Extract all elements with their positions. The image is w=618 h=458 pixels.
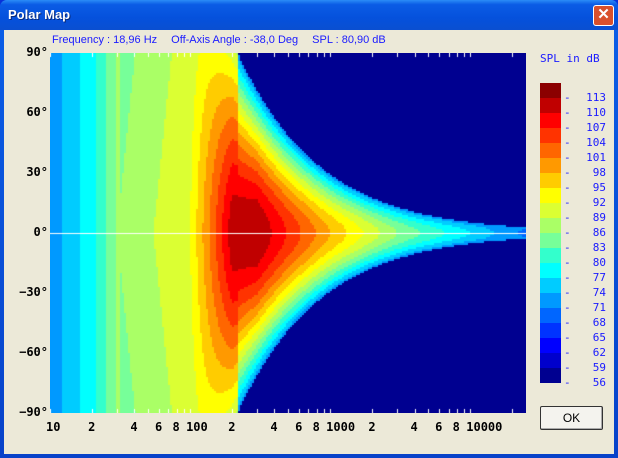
legend-label: 65 xyxy=(564,331,606,344)
legend-label: 86 xyxy=(564,226,606,239)
legend-label: 80 xyxy=(564,256,606,269)
legend-swatch xyxy=(540,308,561,323)
x-tick-label: 4 xyxy=(410,420,418,434)
x-tick-label: 10 xyxy=(46,420,61,434)
legend-label: 68 xyxy=(564,316,606,329)
y-tick-label: −60° xyxy=(19,345,48,359)
window-title: Polar Map xyxy=(8,7,71,22)
spl-readout: SPL : 80,90 dB xyxy=(312,34,386,46)
x-tick-label: 4 xyxy=(130,420,138,434)
legend-label: 101 xyxy=(564,151,606,164)
legend-label: 104 xyxy=(564,136,606,149)
legend-swatch xyxy=(540,353,561,368)
legend-label: 107 xyxy=(564,121,606,134)
x-tick-label: 8 xyxy=(172,420,180,434)
x-tick-label: 6 xyxy=(155,420,163,434)
legend-swatch xyxy=(540,278,561,293)
legend-swatch xyxy=(540,83,561,98)
legend-label: 113 xyxy=(564,91,606,104)
legend-label: 95 xyxy=(564,181,606,194)
x-tick-label: 1000 xyxy=(326,420,356,434)
legend-swatch xyxy=(540,368,561,383)
legend-swatch xyxy=(540,338,561,353)
x-tick-label: 6 xyxy=(435,420,443,434)
legend-swatch xyxy=(540,203,561,218)
client-area: Frequency : 18,96 Hz Off-Axis Angle : -38… xyxy=(4,30,614,454)
legend-swatch xyxy=(540,218,561,233)
x-tick-label: 8 xyxy=(452,420,460,434)
legend-label: 83 xyxy=(564,241,606,254)
legend-swatch xyxy=(540,293,561,308)
legend-label: 110 xyxy=(564,106,606,119)
cursor-readout: Frequency : 18,96 Hz Off-Axis Angle : -38… xyxy=(52,34,400,46)
y-tick-label: 90° xyxy=(26,45,48,59)
y-tick-label: 60° xyxy=(26,105,48,119)
x-tick-label: 8 xyxy=(312,420,320,434)
x-tick-label: 10000 xyxy=(466,420,503,434)
legend-swatch xyxy=(540,233,561,248)
close-button[interactable]: ✕ xyxy=(593,5,614,26)
legend-label: 92 xyxy=(564,196,606,209)
x-tick-label: 2 xyxy=(368,420,376,434)
x-tick-label: 100 xyxy=(186,420,208,434)
legend-swatch xyxy=(540,128,561,143)
x-tick-label: 2 xyxy=(228,420,236,434)
ok-button[interactable]: OK xyxy=(540,406,603,430)
y-tick-label: −30° xyxy=(19,285,48,299)
angle-readout: Off-Axis Angle : -38,0 Deg xyxy=(171,34,299,46)
x-tick-label: 2 xyxy=(88,420,96,434)
legend-title: SPL in dB xyxy=(540,52,600,65)
polar-heatmap[interactable] xyxy=(50,53,526,413)
polar-map-window: Polar Map ✕ Frequency : 18,96 Hz Off-Axis… xyxy=(0,0,618,458)
legend-swatch xyxy=(540,188,561,203)
x-tick-label: 6 xyxy=(295,420,303,434)
legend-swatch xyxy=(540,98,561,113)
legend-label: 89 xyxy=(564,211,606,224)
legend-swatch xyxy=(540,248,561,263)
legend-swatch xyxy=(540,263,561,278)
legend-swatch xyxy=(540,323,561,338)
legend-label: 59 xyxy=(564,361,606,374)
frequency-readout: Frequency : 18,96 Hz xyxy=(52,34,158,46)
legend-label: 98 xyxy=(564,166,606,179)
legend-label: 71 xyxy=(564,301,606,314)
legend-label: 62 xyxy=(564,346,606,359)
legend-swatch xyxy=(540,143,561,158)
legend-swatch xyxy=(540,158,561,173)
y-tick-label: 0° xyxy=(33,225,48,239)
y-tick-label: −90° xyxy=(19,405,48,419)
legend-swatch xyxy=(540,173,561,188)
y-tick-label: 30° xyxy=(26,165,48,179)
x-tick-label: 4 xyxy=(270,420,278,434)
legend-label: 74 xyxy=(564,286,606,299)
legend-swatch xyxy=(540,113,561,128)
legend-label: 56 xyxy=(564,376,606,389)
legend-label: 77 xyxy=(564,271,606,284)
title-bar: Polar Map ✕ xyxy=(0,0,618,30)
